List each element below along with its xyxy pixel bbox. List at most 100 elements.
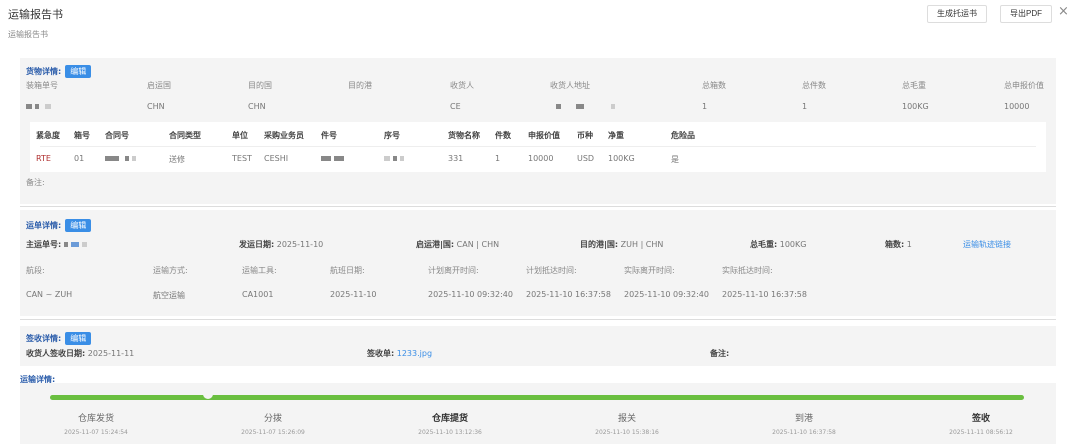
close-icon[interactable]: ×	[1058, 4, 1069, 19]
cargo-field-value: CHN	[248, 102, 266, 111]
cargo-field-label: 收货人	[450, 81, 474, 90]
cargo-table-cell: 10000	[528, 154, 554, 163]
origin-label: 启运港|国:	[416, 240, 455, 249]
cargo-field-label: 目的港	[348, 81, 372, 90]
waybill-field-label: 航段:	[26, 266, 45, 275]
cargo-field-value: 10000	[1004, 102, 1030, 111]
timeline-progress	[50, 395, 1024, 400]
boxes-label: 箱数:	[885, 240, 905, 249]
cargo-table-header: 申报价值	[528, 131, 560, 140]
cargo-field-label: 总箱数	[702, 81, 726, 90]
timeline-step-date: 2025-11-07 15:24:54	[64, 429, 128, 436]
page-subtitle: 运输报告书	[8, 30, 48, 39]
cargo-table-cell	[321, 154, 347, 163]
generate-consignment-button[interactable]: 生成托运书	[927, 5, 987, 23]
receipt-date: 2025-11-11	[87, 349, 135, 358]
waybill-field-label: 计划离开时间:	[428, 266, 479, 275]
waybill-field-label: 实际抵达时间:	[722, 266, 773, 275]
gross-weight: 100KG	[779, 240, 807, 249]
cargo-table-cell: CESHI	[264, 154, 289, 163]
timeline-step-date: 2025-11-10 15:38:16	[595, 429, 659, 436]
waybill-field-label: 运输工具:	[242, 266, 277, 275]
waybill-field-value: CA1001	[242, 290, 274, 299]
cargo-table-header: 净重	[608, 131, 624, 140]
cargo-table-header: 紧急度	[36, 131, 60, 140]
cargo-table-header: 箱号	[74, 131, 90, 140]
cargo-panel: 货物详情: 编辑 装箱单号 启运国 CHN 目的国 CHN 目的港 收货人 CE 收货人地址 总箱…	[20, 58, 1056, 204]
waybill-field-label: 实际离开时间:	[624, 266, 675, 275]
cargo-field-value: CE	[450, 102, 461, 111]
receipt-edit-button[interactable]: 编辑	[65, 332, 92, 345]
cargo-section-title: 货物详情:	[26, 67, 62, 76]
timeline-step-date: 2025-11-07 15:26:09	[241, 429, 305, 436]
timeline-step-name: 仓库发货	[77, 414, 115, 424]
receipt-section-title: 签收详情:	[26, 334, 62, 343]
track-link[interactable]: 运输轨迹链接	[963, 239, 1011, 250]
cargo-table-header: 合同号	[105, 131, 129, 140]
timeline-step-name: 仓库提货	[431, 414, 469, 424]
gross-label: 总毛重:	[750, 240, 778, 249]
timeline-step-date: 2025-11-10 16:37:58	[772, 429, 836, 436]
cargo-field-value	[550, 102, 618, 111]
dest: ZUH | CHN	[620, 240, 664, 249]
cargo-edit-button[interactable]: 编辑	[65, 65, 92, 78]
timeline-step-name: 到港	[794, 414, 814, 424]
timeline-step-name: 分拨	[263, 414, 283, 424]
ship-date-label: 发运日期:	[239, 240, 275, 249]
cargo-field-label: 总毛重	[902, 81, 926, 90]
main-waybill-label: 主运单号:	[26, 240, 62, 249]
cargo-field-label: 目的国	[248, 81, 272, 90]
cargo-table-cell	[384, 154, 407, 163]
cargo-table-cell: 100KG	[608, 154, 635, 163]
page-title: 运输报告书	[8, 8, 63, 21]
cargo-field-label: 启运国	[147, 81, 171, 90]
cargo-table: 紧急度 RTE 箱号 01 合同号 合同类型 送修 单位 TEST 采购业务员 CESHI 件号 序号…	[30, 122, 1046, 172]
cargo-table-cell: 331	[448, 154, 464, 163]
waybill-field-value: 2025-11-10 16:37:58	[526, 290, 611, 299]
export-pdf-button[interactable]: 导出PDF	[1000, 5, 1052, 23]
cargo-table-header: 采购业务员	[264, 131, 304, 140]
waybill-field-label: 航班日期:	[330, 266, 365, 275]
receipt-doc-link[interactable]: 1233.jpg	[397, 349, 432, 358]
transport-timeline: 仓库发货 2025-11-07 15:24:54 分拨 2025-11-07 15:2…	[20, 383, 1056, 444]
cargo-field-label: 总申报价值	[1004, 81, 1044, 90]
waybill-field-value: CAN ~ ZUH	[26, 290, 73, 299]
timeline-step-date: 2025-11-11 08:56:12	[949, 429, 1013, 436]
cargo-table-header: 合同类型	[169, 131, 201, 140]
cargo-table-cell: 1	[495, 154, 501, 163]
cargo-table-cell: TEST	[232, 154, 252, 163]
cargo-field-value	[26, 102, 54, 111]
receipt-remark: 备注:	[710, 349, 730, 358]
cargo-table-header: 危险品	[671, 131, 695, 140]
dest-label: 目的港|国:	[580, 240, 619, 249]
receipt-date-label: 收货人签收日期:	[26, 349, 86, 358]
cargo-field-value: 1	[702, 102, 708, 111]
cargo-field-label: 装箱单号	[26, 81, 58, 90]
cargo-table-header: 单位	[232, 131, 248, 140]
cargo-table-cell: 送修	[169, 155, 185, 164]
cargo-table-header: 件数	[495, 131, 511, 140]
cargo-table-header: 件号	[321, 131, 337, 140]
cargo-table-cell: RTE	[36, 154, 51, 163]
cargo-table-cell: USD	[577, 154, 595, 163]
timeline-track	[50, 395, 1024, 400]
waybill-section-title: 运单详情:	[26, 221, 62, 230]
cargo-table-cell	[105, 154, 139, 163]
waybill-field-value: 2025-11-10 09:32:40	[624, 290, 709, 299]
receipt-doc-label: 签收单:	[367, 349, 395, 358]
waybill-field-value: 2025-11-10 16:37:58	[722, 290, 807, 299]
cargo-remark: 备注:	[26, 178, 45, 187]
waybill-field-value: 2025-11-10	[330, 290, 377, 299]
waybill-field-value: 2025-11-10 09:32:40	[428, 290, 513, 299]
waybill-field-value: 航空运输	[153, 291, 185, 300]
cargo-field-value: CHN	[147, 102, 165, 111]
cargo-field-value: 100KG	[902, 102, 929, 111]
cargo-field-value: 1	[802, 102, 808, 111]
waybill-edit-button[interactable]: 编辑	[65, 219, 92, 232]
origin: CAN | CHN	[456, 240, 500, 249]
cargo-field-label: 总件数	[802, 81, 826, 90]
timeline-step-name: 签收	[971, 414, 991, 424]
boxes: 1	[906, 240, 912, 249]
ship-date: 2025-11-10	[276, 240, 324, 249]
timeline-step-date: 2025-11-10 13:12:36	[418, 429, 482, 436]
